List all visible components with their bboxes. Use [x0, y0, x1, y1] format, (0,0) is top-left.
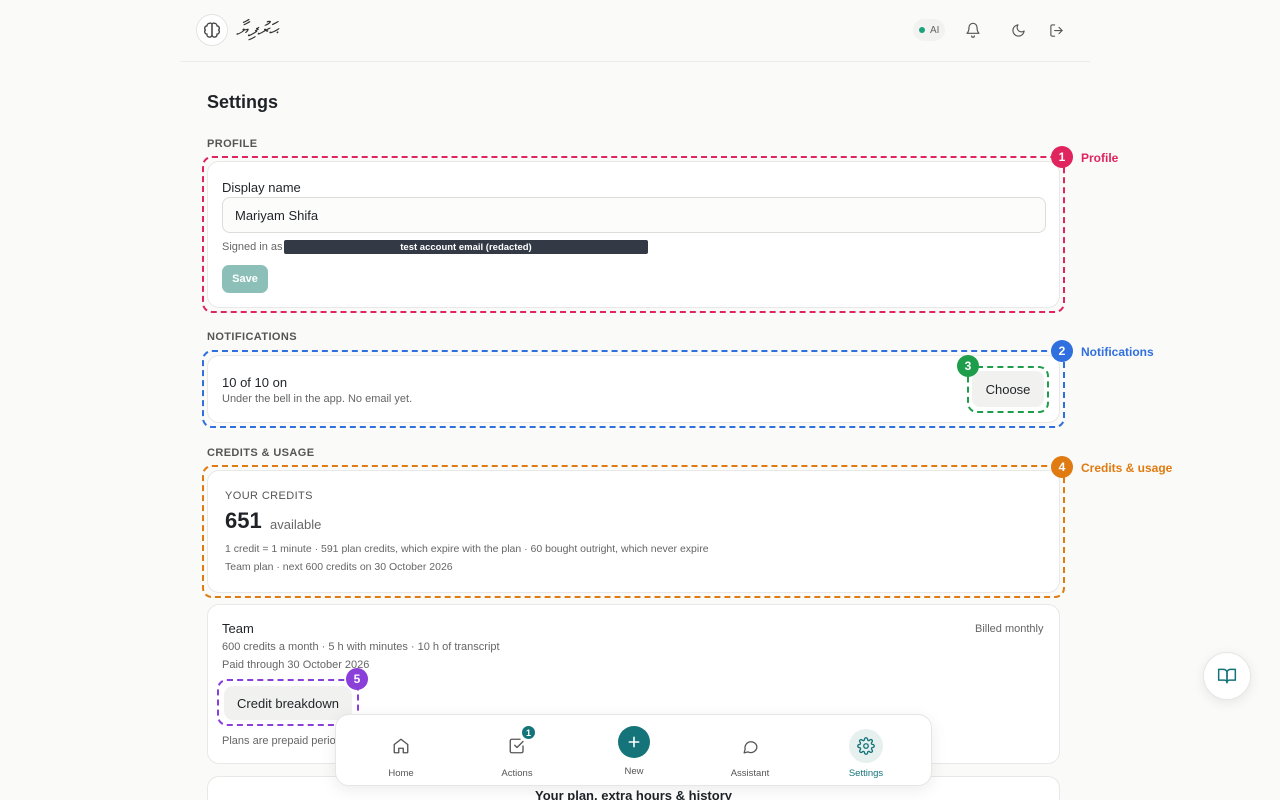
credits-card: [207, 470, 1060, 593]
your-credits-label: YOUR CREDITS: [225, 490, 313, 502]
profile-card: [207, 161, 1060, 308]
notifications-count: 10 of 10 on: [222, 375, 288, 390]
credits-annotation: Credits & usage: [1081, 461, 1173, 475]
bell-icon[interactable]: [959, 16, 987, 44]
nav-home-label: Home: [388, 768, 414, 779]
notifications-description: Under the bell in the app. No email yet.: [222, 393, 413, 405]
brain-logo-icon[interactable]: [196, 14, 228, 46]
nav-settings[interactable]: Settings: [816, 715, 916, 787]
notifications-annotation: Notifications: [1081, 345, 1154, 359]
ai-label: AI: [930, 24, 940, 36]
gear-icon: [849, 729, 883, 763]
choose-badge: 3: [957, 355, 979, 377]
save-button[interactable]: Save: [222, 265, 268, 293]
nav-settings-label: Settings: [848, 768, 884, 779]
profile-annotation: Profile: [1081, 151, 1119, 165]
credit-breakdown-button[interactable]: Credit breakdown: [224, 686, 352, 720]
display-name-input[interactable]: [222, 197, 1046, 233]
plus-icon: [618, 726, 650, 758]
notifications-card: [207, 355, 1060, 423]
moon-icon[interactable]: [1004, 16, 1032, 44]
billing-cycle: Billed monthly: [975, 623, 1044, 635]
plan-history-title: Your plan, extra hours & history: [535, 788, 732, 800]
credits-line-2: Team plan · next 600 credits on 30 Octob…: [225, 561, 453, 573]
ai-status-badge[interactable]: AI: [913, 19, 946, 41]
nav-actions[interactable]: 1 Actions: [467, 715, 567, 787]
credits-badge: 4: [1051, 456, 1073, 478]
bottom-nav: Home 1 Actions New Assistant Settings: [335, 714, 932, 786]
profile-badge: 1: [1051, 146, 1073, 168]
actions-count-badge: 1: [521, 725, 536, 740]
book-icon[interactable]: [1203, 652, 1251, 700]
notifications-section-label: NOTIFICATIONS: [207, 331, 297, 343]
home-icon: [384, 729, 418, 763]
credits-amount: 651: [225, 508, 262, 533]
signed-in-label: Signed in as: [222, 241, 283, 253]
display-name-label: Display name: [222, 180, 301, 195]
page-title: Settings: [207, 92, 279, 112]
credits-section-label: CREDITS & USAGE: [207, 447, 315, 459]
brand-name: ޙަރުފިޔާ: [236, 17, 277, 41]
prepaid-footnote: Plans are prepaid perio: [222, 735, 336, 747]
breakdown-badge: 5: [346, 668, 368, 690]
logout-icon[interactable]: [1042, 16, 1070, 44]
credits-line-1: 1 credit = 1 minute · 591 plan credits, …: [225, 543, 709, 555]
nav-home[interactable]: Home: [351, 715, 451, 787]
nav-actions-label: Actions: [501, 768, 533, 779]
profile-section-label: PROFILE: [207, 138, 258, 150]
notifications-badge: 2: [1051, 340, 1073, 362]
top-bar: ޙަރުފިޔާ AI: [180, 0, 1090, 62]
choose-button[interactable]: Choose: [972, 371, 1044, 407]
ai-status-dot-icon: [919, 27, 925, 33]
team-plan-details: 600 credits a month · 5 h with minutes ·…: [222, 641, 500, 653]
team-paid-through: Paid through 30 October 2026: [222, 659, 370, 671]
credits-available-label: available: [270, 517, 322, 532]
nav-assistant[interactable]: Assistant: [700, 715, 800, 787]
nav-assistant-label: Assistant: [730, 768, 770, 779]
nav-new[interactable]: New: [584, 715, 684, 787]
email-redacted: test account email (redacted): [284, 240, 648, 254]
team-plan-name: Team: [222, 621, 254, 636]
checkbox-icon: 1: [500, 725, 536, 763]
nav-new-label: New: [624, 766, 644, 777]
chat-bubble-icon: [733, 729, 767, 763]
